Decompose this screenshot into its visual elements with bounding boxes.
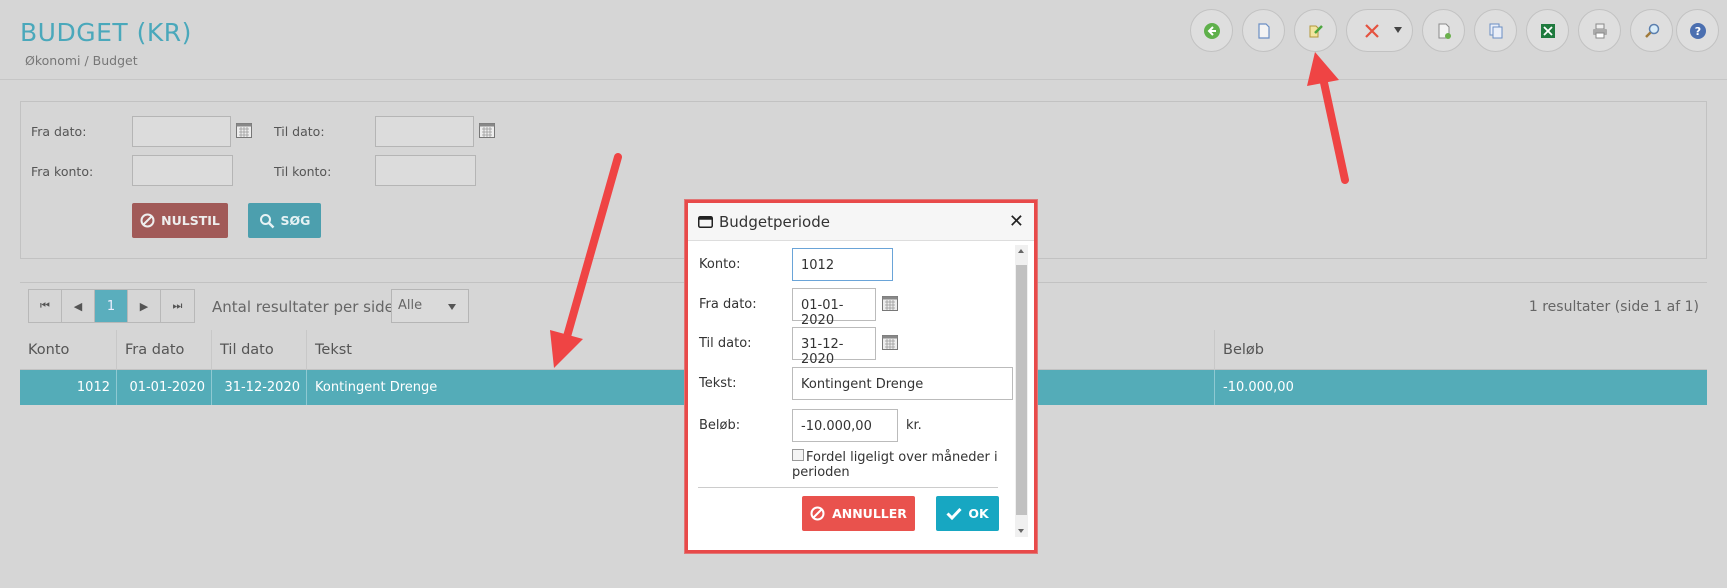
page-button-current[interactable]: 1	[95, 290, 128, 322]
result-count: 1 resultater (side 1 af 1)	[1528, 299, 1699, 315]
calendar-icon[interactable]	[882, 335, 898, 350]
export-document-button[interactable]	[1422, 9, 1465, 52]
reset-button[interactable]: NULSTIL	[132, 203, 228, 238]
svg-text:?: ?	[1694, 25, 1700, 38]
column-header-belob[interactable]: Beløb	[1215, 330, 1707, 370]
cell-fra-dato: 01-01-2020	[117, 370, 212, 405]
export-document-icon	[1438, 23, 1451, 39]
chevron-down-icon	[448, 304, 456, 310]
back-arrow-icon	[1203, 22, 1220, 39]
per-page-select[interactable]: Alle	[391, 289, 469, 323]
first-page-button[interactable]: ⏮	[29, 290, 62, 322]
fra-dato-input[interactable]: 01-01-2020	[792, 288, 876, 328]
per-page-value: Alle	[398, 298, 423, 313]
dialog-scrollbar[interactable]	[1015, 245, 1028, 537]
konto-input[interactable]: 1012	[792, 248, 893, 281]
reset-label: NULSTIL	[161, 213, 220, 228]
calendar-icon[interactable]	[236, 123, 252, 138]
from-account-label: Fra konto:	[31, 164, 94, 179]
checkmark-icon	[946, 507, 962, 520]
next-page-button[interactable]: ▶	[128, 290, 161, 322]
copy-button[interactable]	[1474, 9, 1517, 52]
scroll-thumb[interactable]	[1016, 265, 1027, 515]
cell-belob: -10.000,00	[1223, 380, 1294, 395]
distribute-label[interactable]: Fordel ligeligt over måneder i perioden	[792, 450, 1002, 480]
from-date-label: Fra dato:	[31, 124, 87, 139]
to-date-input[interactable]	[375, 116, 474, 147]
search-label: SØG	[280, 213, 311, 228]
scroll-down-icon[interactable]	[1018, 529, 1024, 533]
belob-input[interactable]: -10.000,00	[792, 409, 898, 442]
copy-icon	[1489, 23, 1502, 38]
ok-button[interactable]: OK	[936, 496, 999, 531]
cancel-label: ANNULLER	[832, 506, 907, 521]
search-button[interactable]	[1630, 9, 1673, 52]
calendar-icon[interactable]	[479, 123, 495, 138]
edit-button[interactable]	[1294, 9, 1337, 52]
currency-unit: kr.	[906, 418, 922, 433]
tekst-label: Tekst:	[699, 376, 737, 391]
close-icon[interactable]: ✕	[1009, 211, 1024, 232]
column-header-fra-dato[interactable]: Fra dato	[117, 330, 212, 370]
back-button[interactable]	[1190, 9, 1233, 52]
konto-label: Konto:	[699, 257, 741, 272]
per-page-label: Antal resultater per side	[212, 298, 394, 316]
new-button[interactable]	[1242, 9, 1285, 52]
til-dato-label: Til dato:	[699, 336, 752, 351]
to-account-input[interactable]	[375, 155, 476, 186]
new-document-icon	[1257, 22, 1270, 39]
excel-icon	[1540, 23, 1555, 38]
help-button[interactable]: ?	[1676, 9, 1719, 52]
help-icon: ?	[1689, 22, 1706, 39]
cell-konto: 1012	[20, 370, 117, 405]
page-header: BUDGET (KR) Økonomi / Budget ?	[0, 0, 1727, 80]
calendar-icon[interactable]	[882, 296, 898, 311]
magnifier-icon	[1644, 23, 1659, 38]
til-dato-input[interactable]: 31-12-2020	[792, 327, 876, 367]
delete-button[interactable]	[1346, 9, 1413, 52]
search-submit-button[interactable]: SØG	[248, 203, 321, 238]
budget-period-dialog: Budgetperiode ✕ Konto: 1012 Fra dato: 01…	[685, 200, 1037, 553]
from-date-input[interactable]	[132, 116, 231, 147]
print-icon	[1592, 23, 1607, 38]
print-button[interactable]	[1578, 9, 1621, 52]
excel-button[interactable]	[1526, 9, 1569, 52]
ban-icon	[140, 213, 155, 228]
scroll-up-icon[interactable]	[1018, 249, 1024, 253]
belob-label: Beløb:	[699, 418, 741, 433]
to-account-label: Til konto:	[274, 164, 332, 179]
divider	[698, 487, 998, 488]
chevron-down-icon[interactable]	[1394, 27, 1402, 33]
search-icon	[259, 213, 274, 228]
fra-dato-label: Fra dato:	[699, 297, 757, 312]
column-header-konto[interactable]: Konto	[20, 330, 117, 370]
delete-x-icon	[1365, 23, 1379, 38]
to-date-label: Til dato:	[274, 124, 325, 139]
ok-label: OK	[968, 506, 989, 521]
edit-document-icon	[1309, 24, 1323, 37]
column-header-til-dato[interactable]: Til dato	[212, 330, 307, 370]
tekst-input[interactable]: Kontingent Drenge	[792, 367, 1013, 400]
prev-page-button[interactable]: ◀	[62, 290, 95, 322]
ban-icon	[810, 506, 825, 521]
dialog-header: Budgetperiode ✕	[688, 203, 1034, 241]
pagination: ⏮ ◀ 1 ▶ ⏭	[28, 289, 195, 323]
dialog-title: Budgetperiode	[719, 213, 830, 231]
cancel-button[interactable]: ANNULLER	[802, 496, 915, 531]
last-page-button[interactable]: ⏭	[161, 290, 194, 322]
cell-til-dato: 31-12-2020	[212, 370, 307, 405]
from-account-input[interactable]	[132, 155, 233, 186]
breadcrumb[interactable]: Økonomi / Budget	[25, 53, 138, 68]
window-icon	[698, 216, 713, 228]
toolbar: ?	[0, 9, 1727, 53]
